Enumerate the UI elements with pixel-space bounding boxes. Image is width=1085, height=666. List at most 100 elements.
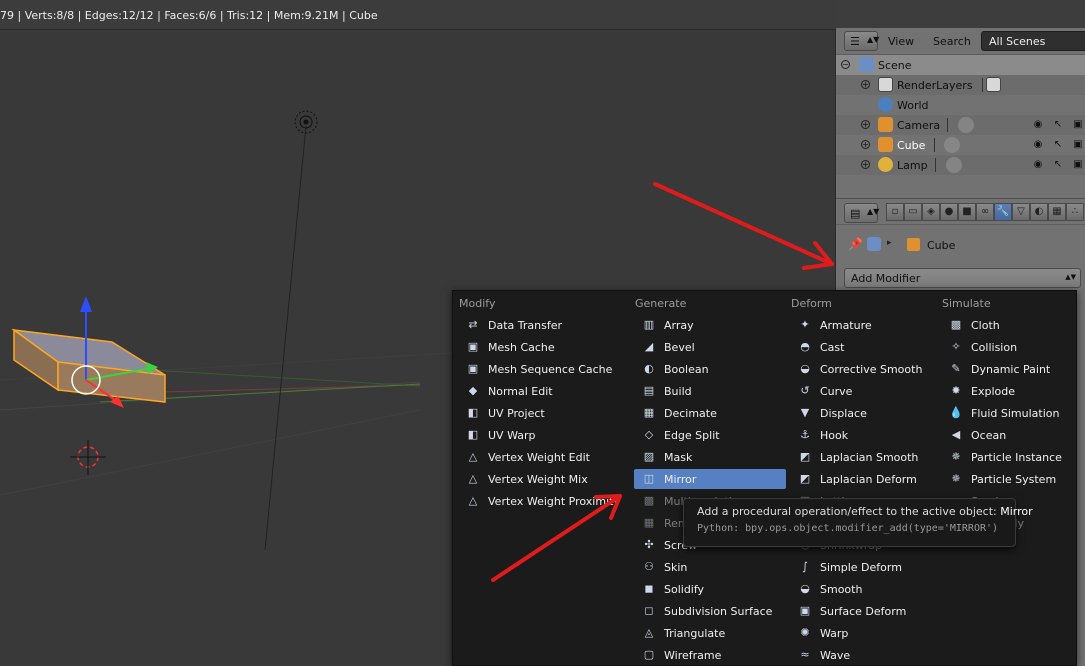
- outliner-row-cube[interactable]: + Cube ◉ ↖ ▣: [836, 135, 1085, 155]
- world-tab-icon[interactable]: ●: [940, 203, 958, 221]
- menu-item-normal-edit[interactable]: ◆ Normal Edit: [458, 381, 628, 401]
- expand-icon[interactable]: +: [861, 140, 870, 149]
- menu-item-particle-system[interactable]: ✵ Particle System: [941, 469, 1073, 489]
- view-menu[interactable]: View: [888, 35, 914, 48]
- chevron-updown-icon: ▲▼: [1065, 273, 1076, 281]
- menu-item-decimate[interactable]: ▦ Decimate: [634, 403, 786, 423]
- camera-data-icon[interactable]: [958, 117, 974, 133]
- menu-item-edge-split[interactable]: ◇ Edge Split: [634, 425, 786, 445]
- menu-item-cast[interactable]: ◓ Cast: [790, 337, 938, 357]
- uv-warp-icon: ◧: [467, 428, 479, 441]
- add-modifier-button[interactable]: Add Modifier ▲▼: [844, 268, 1081, 288]
- menu-item-wave[interactable]: ≈ Wave: [790, 645, 938, 665]
- menu-item-array[interactable]: ▥ Array: [634, 315, 786, 335]
- menu-item-mirror[interactable]: ◫ Mirror: [634, 469, 786, 489]
- eye-icon[interactable]: ◉: [1032, 119, 1044, 131]
- menu-item-uv-project[interactable]: ◧ UV Project: [458, 403, 628, 423]
- constraints-tab-icon[interactable]: ∞: [976, 203, 994, 221]
- particles-tab-icon[interactable]: ∴: [1066, 203, 1084, 221]
- render-tab-icon[interactable]: ▫: [886, 203, 904, 221]
- outliner-row-lamp[interactable]: + Lamp ◉ ↖ ▣: [836, 155, 1085, 175]
- menu-item-triangulate[interactable]: ◬ Triangulate: [634, 623, 786, 643]
- render-icon[interactable]: ▣: [1072, 119, 1084, 131]
- expand-icon[interactable]: +: [861, 120, 870, 129]
- menu-item-subdivision-surface[interactable]: ◻ Subdivision Surface: [634, 601, 786, 621]
- mesh-data-icon[interactable]: [944, 137, 960, 153]
- menu-item-corrective-smooth[interactable]: ◒ Corrective Smooth: [790, 359, 938, 379]
- search-menu[interactable]: Search: [933, 35, 971, 48]
- menu-item-data-transfer[interactable]: ⇄ Data Transfer: [458, 315, 628, 335]
- outliner-row-scene[interactable]: − Scene: [836, 55, 1085, 75]
- menu-item-mesh-cache[interactable]: ▣ Mesh Cache: [458, 337, 628, 357]
- menu-item-smooth[interactable]: ◒ Smooth: [790, 579, 938, 599]
- expand-icon[interactable]: +: [861, 160, 870, 169]
- menu-item-mask[interactable]: ▨ Mask: [634, 447, 786, 467]
- menu-item-curve[interactable]: ↺ Curve: [790, 381, 938, 401]
- menu-item-armature[interactable]: ✦ Armature: [790, 315, 938, 335]
- editor-type-button[interactable]: ▤ ▲▼: [844, 203, 879, 223]
- menu-item-vertex-weight-mix[interactable]: △ Vertex Weight Mix: [458, 469, 628, 489]
- menu-item-uv-warp[interactable]: ◧ UV Warp: [458, 425, 628, 445]
- menu-item-mesh-sequence-cache[interactable]: ▣ Mesh Sequence Cache: [458, 359, 628, 379]
- array-icon: ▥: [643, 318, 655, 331]
- render-icon[interactable]: ▣: [1072, 159, 1084, 171]
- display-mode-select[interactable]: All Scenes: [981, 31, 1085, 51]
- editor-type-button[interactable]: ☰ ▲▼: [844, 31, 879, 51]
- data-tab-icon[interactable]: ▽: [1012, 203, 1030, 221]
- menu-item-bevel[interactable]: ◢ Bevel: [634, 337, 786, 357]
- menu-item-label: Simple Deform: [820, 561, 902, 574]
- menu-item-ocean[interactable]: ◀ Ocean: [941, 425, 1073, 445]
- material-tab-icon[interactable]: ◐: [1030, 203, 1048, 221]
- menu-item-particle-instance[interactable]: ✵ Particle Instance: [941, 447, 1073, 467]
- render-icon[interactable]: ▣: [1072, 139, 1084, 151]
- menu-item-cloth[interactable]: ▩ Cloth: [941, 315, 1073, 335]
- collapse-icon[interactable]: −: [841, 60, 850, 69]
- cursor-icon[interactable]: ↖: [1052, 139, 1064, 151]
- menu-item-collision[interactable]: ✧ Collision: [941, 337, 1073, 357]
- menu-item-simple-deform[interactable]: ∫ Simple Deform: [790, 557, 938, 577]
- menu-item-surface-deform[interactable]: ▣ Surface Deform: [790, 601, 938, 621]
- outliner-row-world[interactable]: World: [836, 95, 1085, 115]
- menu-item-vertex-weight-edit[interactable]: △ Vertex Weight Edit: [458, 447, 628, 467]
- eye-icon[interactable]: ◉: [1032, 139, 1044, 151]
- menu-item-label: Array: [664, 319, 694, 332]
- menu-item-label: Data Transfer: [488, 319, 562, 332]
- menu-item-build[interactable]: ▤ Build: [634, 381, 786, 401]
- render-layer-icon[interactable]: [986, 77, 1001, 92]
- eye-icon[interactable]: ◉: [1032, 159, 1044, 171]
- texture-tab-icon[interactable]: ▦: [1048, 203, 1066, 221]
- menu-item-warp[interactable]: ✺ Warp: [790, 623, 938, 643]
- menu-item-wireframe[interactable]: ▢ Wireframe: [634, 645, 786, 665]
- cursor-icon[interactable]: ↖: [1052, 119, 1064, 131]
- menu-item-laplacian-smooth[interactable]: ◩ Laplacian Smooth: [790, 447, 938, 467]
- menu-item-boolean[interactable]: ◐ Boolean: [634, 359, 786, 379]
- scene-tab-icon[interactable]: ◈: [922, 203, 940, 221]
- menu-item-label: UV Project: [488, 407, 545, 420]
- cursor-icon[interactable]: ↖: [1052, 159, 1064, 171]
- outliner-tree: − Scene + RenderLayers World + Camera ◉ …: [836, 55, 1085, 217]
- outliner-row-camera[interactable]: + Camera ◉ ↖ ▣: [836, 115, 1085, 135]
- menu-item-explode[interactable]: ✸ Explode: [941, 381, 1073, 401]
- menu-item-label: Skin: [664, 561, 688, 574]
- menu-item-skin[interactable]: ⚇ Skin: [634, 557, 786, 577]
- menu-item-solidify[interactable]: ◼ Solidify: [634, 579, 786, 599]
- outliner-row-renderlayers[interactable]: + RenderLayers: [836, 75, 1085, 95]
- modifiers-tab-icon[interactable]: 🔧: [994, 203, 1012, 221]
- menu-item-laplacian-deform[interactable]: ◩ Laplacian Deform: [790, 469, 938, 489]
- menu-item-dynamic-paint[interactable]: ✎ Dynamic Paint: [941, 359, 1073, 379]
- mesh-sequence-cache-icon: ▣: [467, 362, 479, 375]
- lamp-data-icon[interactable]: [946, 157, 962, 173]
- triangulate-icon: ◬: [644, 626, 654, 639]
- pin-icon[interactable]: 📌: [848, 237, 863, 251]
- menu-item-displace[interactable]: ▼ Displace: [790, 403, 938, 423]
- camera-icon: [878, 117, 893, 132]
- menu-item-fluid-simulation[interactable]: 💧 Fluid Simulation: [941, 403, 1073, 423]
- add-modifier-menu: Modify ⇄ Data Transfer ▣ Mesh Cache ▣ Mesh Seq…: [452, 290, 1077, 666]
- build-icon: ▤: [643, 384, 655, 397]
- render-layers-tab-icon[interactable]: ▭: [904, 203, 922, 221]
- normal-edit-icon: ◆: [468, 384, 478, 397]
- menu-item-hook[interactable]: ⚓ Hook: [790, 425, 938, 445]
- expand-icon[interactable]: +: [861, 80, 870, 89]
- menu-item-vertex-weight-proximity[interactable]: △ Vertex Weight Proximity: [458, 491, 628, 511]
- object-tab-icon[interactable]: ■: [958, 203, 976, 221]
